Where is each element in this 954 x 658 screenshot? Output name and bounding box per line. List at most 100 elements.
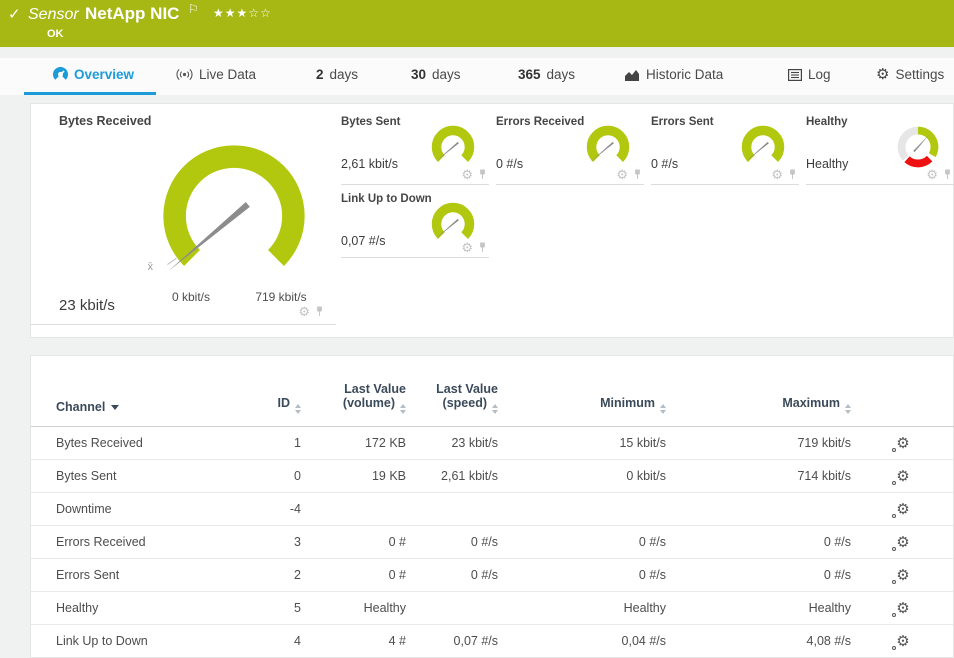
sort-icon <box>400 404 406 414</box>
status-ok-check-icon: ✓ <box>8 5 21 23</box>
tab-30-days-unit: days <box>432 67 461 82</box>
gauge-current-value: 2,61 kbit/s <box>341 157 398 171</box>
gauge-panel-errors-received[interactable]: Errors Received 0 #/s ⚙ <box>496 111 644 185</box>
column-header-maximum[interactable]: Maximum <box>666 356 851 427</box>
gauge-title: Healthy <box>806 116 848 128</box>
tab-log[interactable]: Log <box>788 67 831 82</box>
channel-settings-icon[interactable]: ⚙ <box>896 469 909 484</box>
gauge-title: Errors Sent <box>651 116 714 128</box>
live-data-icon <box>176 68 193 81</box>
log-list-icon <box>788 69 802 81</box>
gauge-settings-gear-icon[interactable]: ⚙ <box>298 305 310 318</box>
gauge-scale-max: 719 kbit/s <box>241 290 321 304</box>
tab-30-days[interactable]: 30 days <box>411 67 461 82</box>
sort-icon <box>295 404 301 414</box>
sensor-header: ✓ Sensor NetApp NIC ⚐ ★★★☆☆ OK <box>0 0 954 47</box>
maximum-value: 0 #/s <box>666 526 851 559</box>
sort-icon <box>845 404 851 414</box>
channel-name[interactable]: Bytes Sent <box>31 460 271 493</box>
gauge-current-value: 0,07 #/s <box>341 234 385 248</box>
status-badge: OK <box>47 28 64 40</box>
pin-icon[interactable] <box>788 169 797 180</box>
object-type-label: Sensor <box>28 6 79 24</box>
tab-live-data[interactable]: Live Data <box>176 67 256 82</box>
bytes-sent-gauge <box>427 121 479 173</box>
gauge-panel-bytes-received[interactable]: Bytes Received x̄ 0 kbit/s 719 kbit/s 23… <box>31 104 336 325</box>
last-value-volume: 172 KB <box>301 427 406 460</box>
table-row[interactable]: Bytes Sent 0 19 KB 2,61 kbit/s 0 kbit/s … <box>31 460 954 493</box>
channel-name[interactable]: Bytes Received <box>31 427 271 460</box>
table-row[interactable]: Link Up to Down 4 4 # 0,07 #/s 0,04 #/s … <box>31 625 954 658</box>
channel-settings-icon[interactable]: ⚙ <box>896 535 909 550</box>
pin-icon[interactable] <box>943 169 952 180</box>
flag-icon[interactable]: ⚐ <box>188 2 199 16</box>
channel-id: 1 <box>271 427 301 460</box>
gauge-title: Bytes Sent <box>341 116 400 128</box>
table-row[interactable]: Errors Sent 2 0 # 0 #/s 0 #/s 0 #/s ⚙ <box>31 559 954 592</box>
channel-name[interactable]: Link Up to Down <box>31 625 271 658</box>
channel-settings-icon[interactable]: ⚙ <box>896 601 909 616</box>
column-header-actions <box>851 356 954 427</box>
active-tab-underline <box>24 92 156 95</box>
gauge-icon <box>53 67 68 82</box>
tab-log-label: Log <box>808 67 831 82</box>
pin-icon[interactable] <box>478 242 487 253</box>
last-value-speed <box>406 592 498 625</box>
priority-stars[interactable]: ★★★☆☆ <box>213 6 272 20</box>
gauge-panel-healthy[interactable]: Healthy Healthy ⚙ <box>806 111 954 185</box>
channel-settings-icon[interactable]: ⚙ <box>896 436 909 451</box>
maximum-value: 0 #/s <box>666 559 851 592</box>
column-header-last-value-speed[interactable]: Last Value (speed) <box>406 356 498 427</box>
table-row[interactable]: Downtime -4 ⚙ <box>31 493 954 526</box>
table-row[interactable]: Errors Received 3 0 # 0 #/s 0 #/s 0 #/s … <box>31 526 954 559</box>
minimum-value: 0 #/s <box>498 559 666 592</box>
tab-365-days[interactable]: 365 days <box>518 67 575 82</box>
channel-id: 3 <box>271 526 301 559</box>
tab-2-days-number: 2 <box>316 67 324 82</box>
sort-icon <box>660 404 666 414</box>
column-header-minimum[interactable]: Minimum <box>498 356 666 427</box>
gauge-settings-gear-icon[interactable]: ⚙ <box>461 168 473 181</box>
gauge-panel-bytes-sent[interactable]: Bytes Sent 2,61 kbit/s ⚙ <box>341 111 489 185</box>
pin-icon[interactable] <box>478 169 487 180</box>
gauge-settings-gear-icon[interactable]: ⚙ <box>771 168 783 181</box>
channel-name[interactable]: Healthy <box>31 592 271 625</box>
channel-settings-icon[interactable]: ⚙ <box>896 634 909 649</box>
tab-settings[interactable]: ⚙ Settings <box>876 67 944 82</box>
healthy-status-gauge <box>892 121 944 173</box>
gauge-current-value: 0 #/s <box>651 157 678 171</box>
last-value-volume: 19 KB <box>301 460 406 493</box>
tab-settings-label: Settings <box>895 67 944 82</box>
channel-id: 0 <box>271 460 301 493</box>
channel-settings-icon[interactable]: ⚙ <box>896 568 909 583</box>
tab-overview-label: Overview <box>74 67 134 82</box>
gauge-settings-gear-icon[interactable]: ⚙ <box>616 168 628 181</box>
pin-icon[interactable] <box>633 169 642 180</box>
errors-received-gauge <box>582 121 634 173</box>
column-header-channel[interactable]: Channel <box>31 356 271 427</box>
channel-settings-icon[interactable]: ⚙ <box>896 502 909 517</box>
gauge-title: Errors Received <box>496 116 584 128</box>
channel-name[interactable]: Errors Received <box>31 526 271 559</box>
tab-2-days[interactable]: 2 days <box>316 67 358 82</box>
gauge-panel-errors-sent[interactable]: Errors Sent 0 #/s ⚙ <box>651 111 799 185</box>
table-row[interactable]: Bytes Received 1 172 KB 23 kbit/s 15 kbi… <box>31 427 954 460</box>
table-row[interactable]: Healthy 5 Healthy Healthy Healthy ⚙ <box>31 592 954 625</box>
channel-name[interactable]: Errors Sent <box>31 559 271 592</box>
channel-name[interactable]: Downtime <box>31 493 271 526</box>
gauge-panel-link-up-to-down[interactable]: Link Up to Down 0,07 #/s ⚙ <box>341 188 489 258</box>
tab-overview[interactable]: Overview <box>53 67 134 82</box>
channel-id: 4 <box>271 625 301 658</box>
tab-bar: Overview Live Data 2 days 30 days 365 da… <box>0 58 954 95</box>
tab-historic-data[interactable]: Historic Data <box>624 67 723 82</box>
column-header-id[interactable]: ID <box>271 356 301 427</box>
minimum-value: Healthy <box>498 592 666 625</box>
average-marker: x̄ <box>148 261 154 273</box>
pin-icon[interactable] <box>315 306 324 317</box>
gauge-current-value: 23 kbit/s <box>59 297 115 314</box>
tab-live-data-label: Live Data <box>199 67 256 82</box>
column-header-last-value-volume[interactable]: Last Value (volume) <box>301 356 406 427</box>
tab-365-days-unit: days <box>547 67 576 82</box>
gauge-settings-gear-icon[interactable]: ⚙ <box>461 241 473 254</box>
gauge-settings-gear-icon[interactable]: ⚙ <box>926 168 938 181</box>
